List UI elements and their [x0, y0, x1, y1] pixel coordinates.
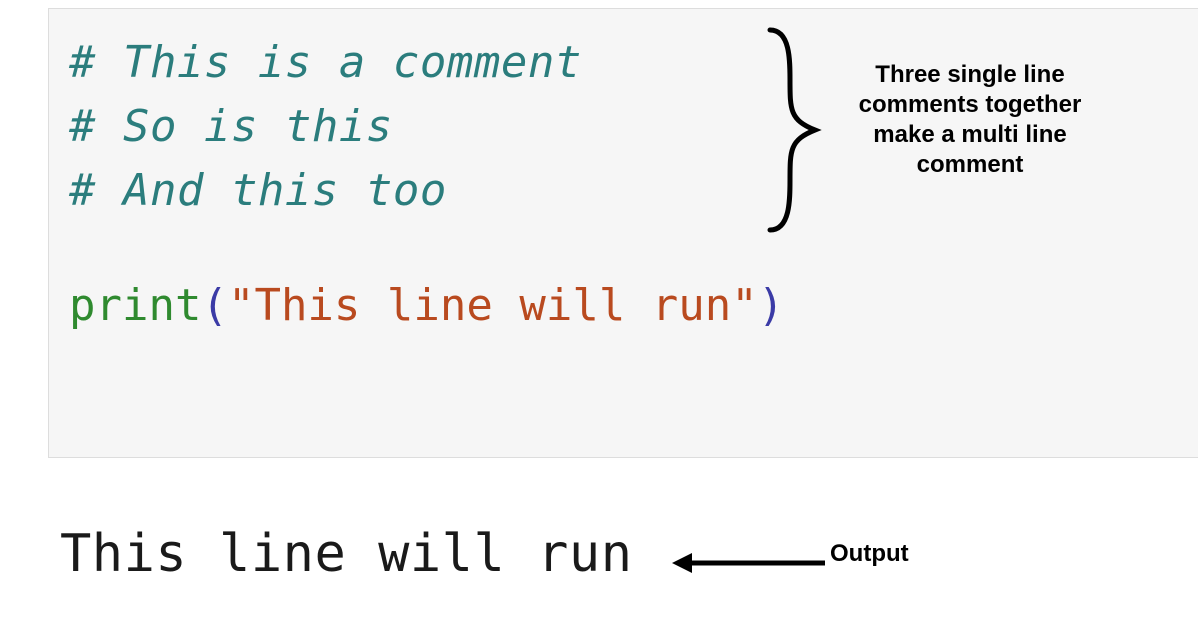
paren-close: ): [758, 280, 785, 331]
string-literal: This line will run: [254, 280, 731, 331]
paren-open: (: [201, 280, 228, 331]
curly-brace-icon: [760, 20, 840, 240]
output-text: This line will run: [60, 524, 633, 584]
quote-open: ": [228, 280, 255, 331]
print-statement: print("This line will run"): [69, 277, 1178, 334]
function-name: print: [69, 280, 201, 331]
arrow-left-icon: [670, 548, 830, 578]
output-label: Output: [830, 540, 909, 568]
quote-close: ": [731, 280, 758, 331]
multiline-comment-annotation: Three single line comments together make…: [840, 60, 1100, 180]
